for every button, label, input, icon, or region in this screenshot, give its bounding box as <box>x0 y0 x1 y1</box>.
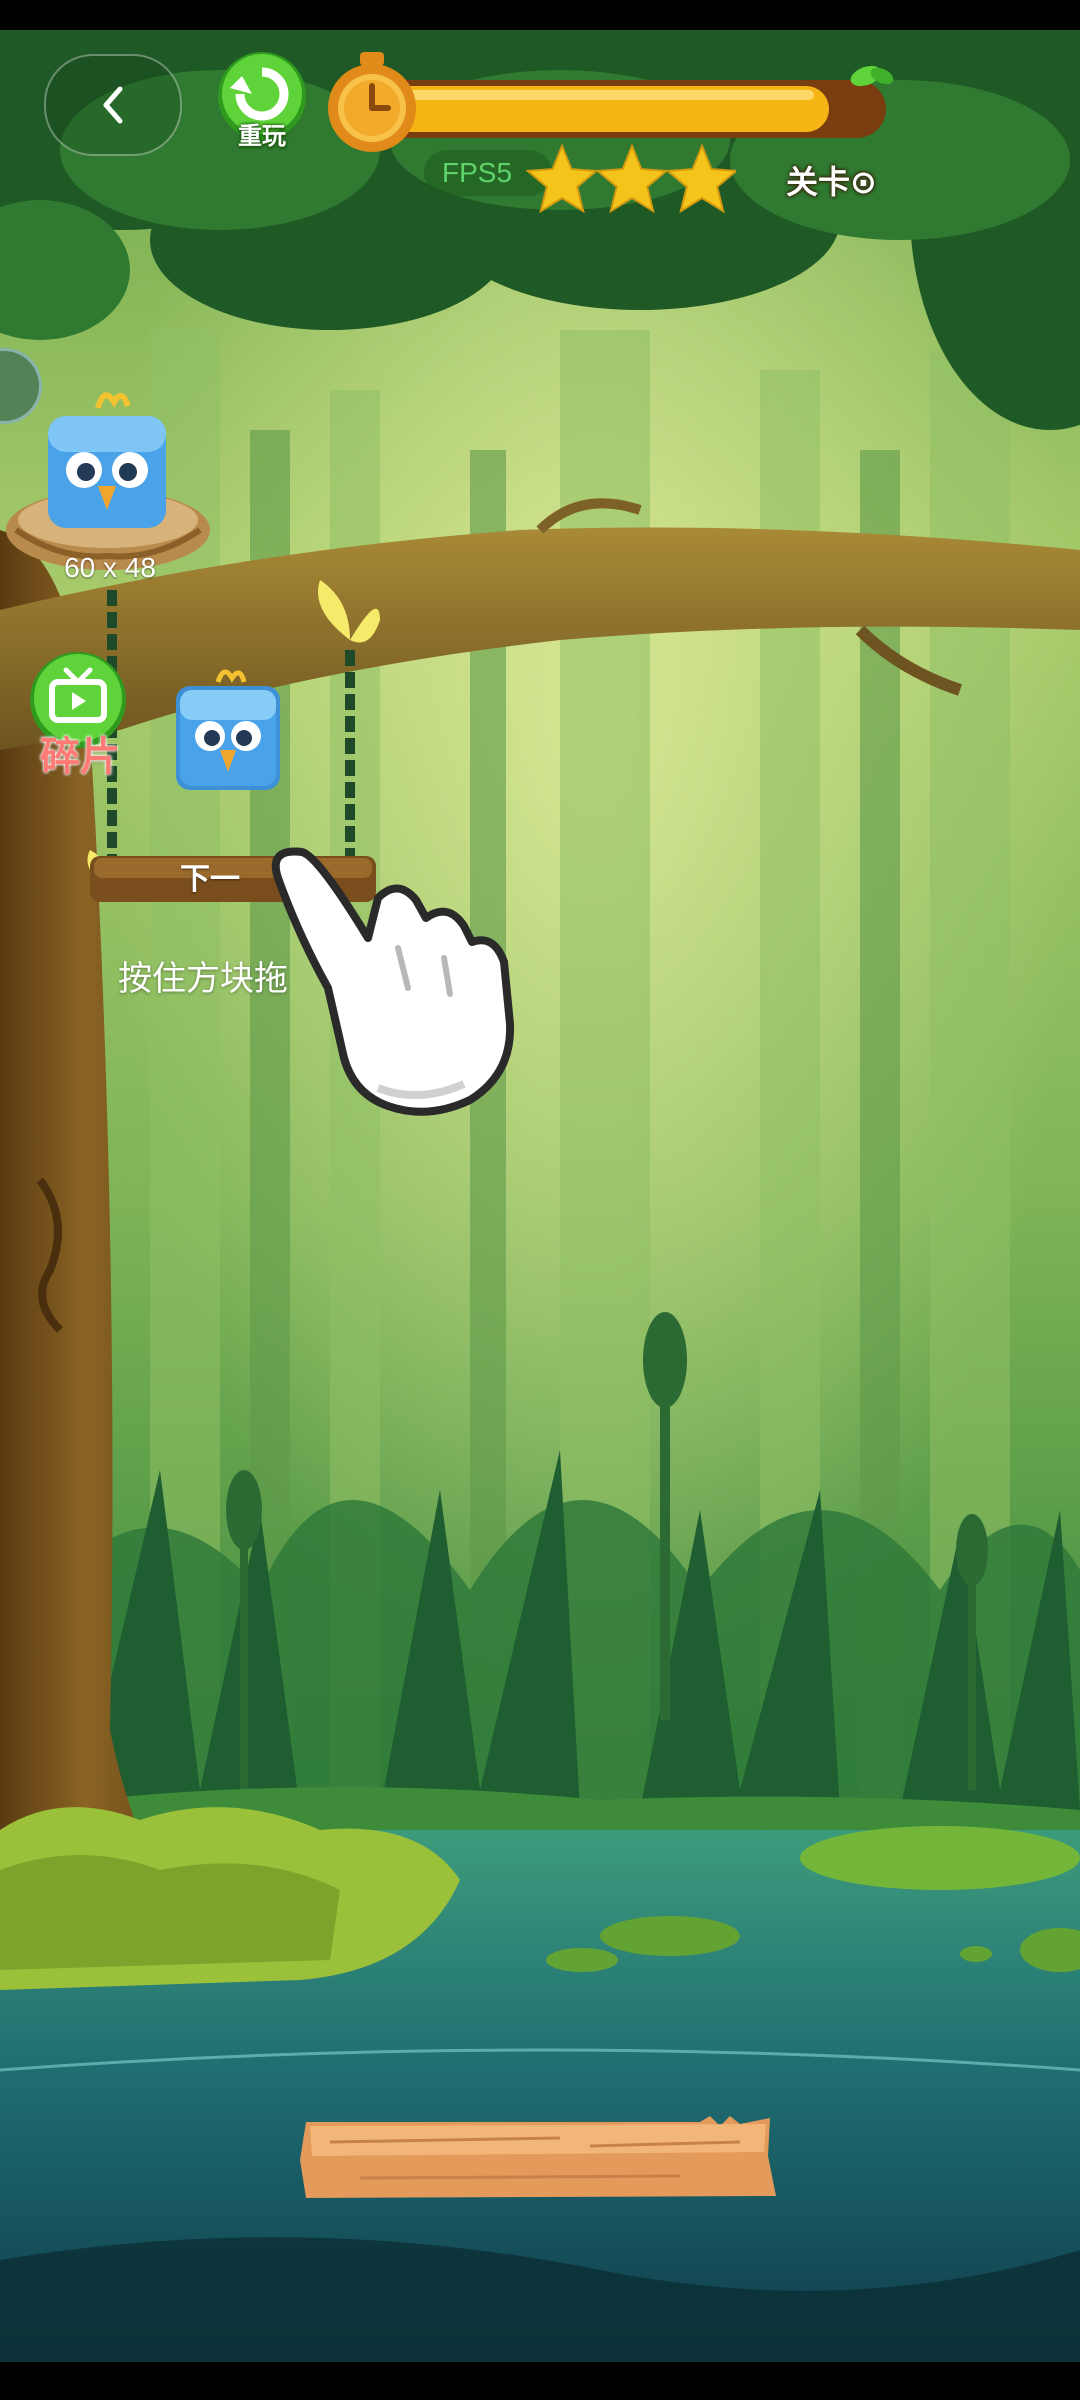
navigation-bar <box>0 2362 1080 2400</box>
fragment-label: 碎片 <box>40 734 120 780</box>
level-label: 关卡⊙ <box>786 163 877 201</box>
tutorial-hand-icon <box>258 838 518 1124</box>
star-rating <box>525 140 739 218</box>
replay-button[interactable]: 重玩 <box>212 50 312 150</box>
next-block-preview[interactable] <box>170 664 286 794</box>
blue-bird-icon <box>48 392 166 528</box>
star-icon <box>665 143 739 214</box>
block-dimensions-label: 60 x 48 <box>64 552 156 583</box>
chevron-left-icon <box>103 86 123 124</box>
blue-bird-block-icon <box>176 669 280 790</box>
forest-scene: 重玩 FPS5 关卡⊙ 60 x 48 碎片 下一 按住方块拖 <box>0 30 1080 2362</box>
star-icon <box>595 143 669 214</box>
next-block-label: 下一 <box>180 862 240 897</box>
game-screen: 重玩 FPS5 关卡⊙ 60 x 48 碎片 下一 按住方块拖 <box>0 0 1080 2400</box>
replay-label: 重玩 <box>238 122 286 150</box>
status-bar <box>0 0 1080 30</box>
back-button[interactable] <box>44 54 182 156</box>
star-icon <box>525 143 599 214</box>
stopwatch-icon <box>328 52 416 152</box>
wooden-plank-platform <box>300 2116 776 2204</box>
